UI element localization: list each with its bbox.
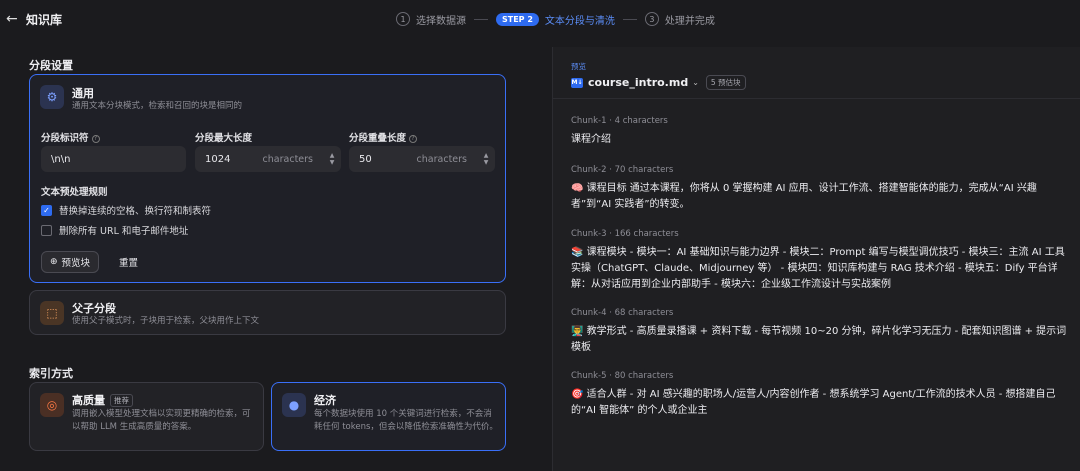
step-indicator: 1 选择数据源 STEP 2 文本分段与清洗 3 处理并完成 [396, 10, 715, 28]
step-label: 文本分段与清洗 [544, 15, 615, 27]
preview-panel: 预览 M↓ course_intro.md ⌄ 5 预估块 Chunk-1 · … [552, 47, 1080, 471]
stepper-icon[interactable]: ▲ ▼ [328, 152, 336, 166]
unit-label: characters [262, 153, 313, 165]
rules-title: 文本预处理规则 [41, 187, 108, 198]
chunk-header: Chunk-4 · 68 characters [571, 308, 674, 318]
checkbox-checked-icon[interactable]: ✓ [41, 204, 52, 216]
chunk-header: Chunk-3 · 166 characters [571, 229, 679, 239]
index-economy-card[interactable]: ● 经济 每个数据块使用 10 个关键词进行检索，不会消耗任何 tokens，但… [271, 382, 506, 451]
arrow-left-icon[interactable]: ← [6, 10, 20, 28]
step-number: 1 [396, 12, 410, 26]
separator-label: 分段标识符? [41, 130, 100, 144]
help-icon[interactable]: ? [91, 135, 100, 143]
help-icon[interactable]: ? [409, 135, 418, 143]
checkbox-label: 替换掉连续的空格、换行符和制表符 [59, 206, 212, 217]
card-title: 父子分段 [72, 302, 116, 315]
step-number: 3 [644, 12, 659, 26]
reset-button[interactable]: 重置 [119, 251, 138, 273]
chunk-header: Chunk-1 · 4 characters [571, 116, 668, 126]
top-bar: ← 知识库 1 选择数据源 STEP 2 文本分段与清洗 3 处理并完成 [0, 0, 1080, 38]
step-label: 处理并完成 [664, 15, 715, 27]
stepper-icon[interactable]: ▲ ▼ [482, 152, 490, 166]
index-high-quality-card[interactable]: ◎ 高质量 推荐 调用嵌入模型处理文档以实现更精确的检索，可以帮助 LLM 生成高… [29, 382, 264, 451]
step-pill: STEP 2 [496, 12, 539, 26]
chunk-header: Chunk-5 · 80 characters [571, 371, 674, 381]
separator-value: \n\n [51, 153, 71, 165]
segment-parent-child-card[interactable]: ⬚ 父子分段 使用父子模式时，子块用于检索，父块用作上下文 [29, 290, 506, 335]
step-divider [622, 18, 637, 20]
chunk-content: 🎯 适合人群 - 对 AI 感兴趣的职场人/运营人/内容创作者 - 想系统学习 … [571, 389, 1056, 416]
button-label: 重置 [119, 258, 139, 269]
rule-whitespace-checkbox[interactable]: ✓ 替换掉连续的空格、换行符和制表符 [41, 203, 211, 217]
step-label: 选择数据源 [416, 15, 466, 27]
step-divider [474, 18, 488, 20]
section-title-segment: 分段设置 [29, 59, 73, 72]
file-name: course_intro.md [588, 76, 689, 89]
estimated-chunks-badge: 5 预估块 [705, 75, 746, 90]
file-selector[interactable]: M↓ course_intro.md ⌄ 5 预估块 [571, 75, 746, 90]
section-title-index: 索引方式 [29, 367, 73, 380]
rule-remove-urls-checkbox[interactable]: 删除所有 URL 和电子邮件地址 [41, 223, 188, 237]
preview-search-icon: ⊕ [50, 257, 58, 267]
preview-chunks-button[interactable]: ⊕ 预览块 [41, 251, 100, 273]
separator-input[interactable]: \n\n [41, 146, 186, 172]
overlap-input[interactable]: 50 characters ▲ ▼ [349, 146, 495, 172]
parent-child-icon: ⬚ [40, 301, 64, 325]
coins-icon: ● [282, 393, 306, 417]
card-title: 通用 [72, 87, 94, 100]
chunk-content: 👨‍🏫 教学形式 - 高质量录播课 + 资料下载 - 每节视频 10~20 分钟… [571, 326, 1067, 353]
max-length-value: 1024 [205, 153, 231, 165]
overlap-value: 50 [359, 153, 372, 165]
gear-icon: ⚙ [40, 85, 64, 109]
card-title-text: 高质量 [72, 394, 105, 407]
app-title: 知识库 [26, 13, 63, 27]
chunk-content: 📚 课程模块 - 模块一：AI 基础知识与能力边界 - 模块二：Prompt 编… [571, 247, 1065, 290]
target-icon: ◎ [40, 393, 64, 417]
preview-label: 预览 [571, 62, 586, 71]
card-description: 调用嵌入模型处理文档以实现更精确的检索，可以帮助 LLM 生成高质量的答案。 [72, 409, 251, 432]
card-description: 每个数据块使用 10 个关键词进行检索，不会消耗任何 tokens，但会以降低检… [314, 409, 498, 432]
markdown-file-icon: M↓ [571, 77, 583, 88]
chevron-down-icon[interactable]: ⌄ [692, 78, 699, 87]
checkbox-unchecked-icon[interactable] [41, 224, 52, 236]
overlap-label: 分段重叠长度? [349, 130, 418, 144]
chunk-header: Chunk-2 · 70 characters [571, 165, 674, 175]
step-1: 1 选择数据源 [396, 12, 466, 27]
chunk-content: 课程介绍 [571, 134, 611, 145]
card-description: 通用文本分块模式，检索和召回的块是相同的 [72, 101, 243, 111]
divider [553, 98, 1080, 99]
step-3: 3 处理并完成 [644, 12, 715, 27]
segment-general-card[interactable]: ⚙ 通用 通用文本分块模式，检索和召回的块是相同的 分段标识符? \n\n 分段… [29, 74, 506, 283]
chunk-content: 🧠 课程目标 通过本课程，你将从 0 掌握构建 AI 应用、设计工作流、搭建智能… [571, 183, 1037, 210]
card-description: 使用父子模式时，子块用于检索，父块用作上下文 [72, 316, 260, 326]
button-label: 预览块 [61, 258, 91, 269]
card-title: 经济 [314, 394, 336, 407]
checkbox-label: 删除所有 URL 和电子邮件地址 [59, 226, 189, 237]
recommend-badge: 推荐 [110, 394, 133, 407]
max-length-label: 分段最大长度 [195, 133, 253, 144]
max-length-input[interactable]: 1024 characters ▲ ▼ [195, 146, 341, 172]
step-2: STEP 2 文本分段与清洗 [496, 12, 615, 27]
card-title: 高质量 推荐 [72, 392, 133, 408]
unit-label: characters [416, 153, 467, 165]
